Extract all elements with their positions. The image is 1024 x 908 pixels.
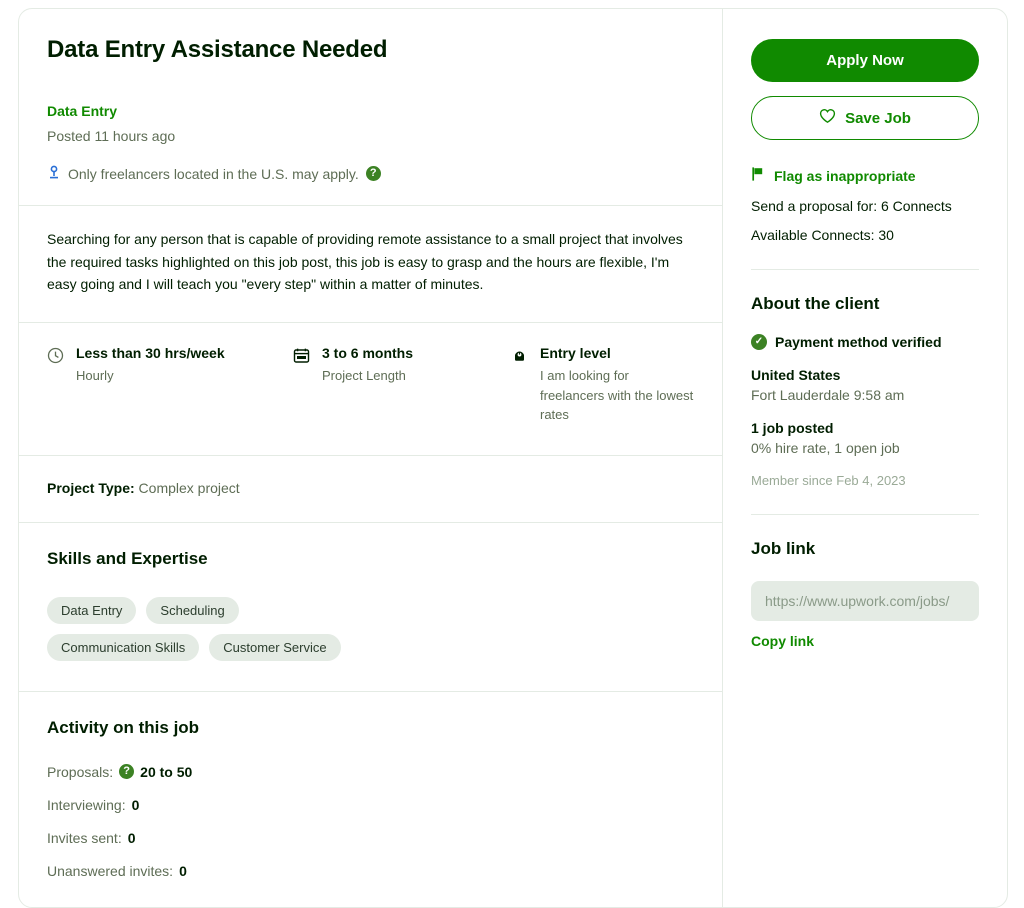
activity-section: Activity on this job Proposals: ? 20 to … bbox=[19, 692, 722, 907]
feature-subtitle: I am looking for freelancers with the lo… bbox=[540, 368, 694, 423]
project-type-value: Complex project bbox=[138, 479, 240, 496]
job-description: Searching for any person that is capable… bbox=[47, 231, 683, 293]
job-description-section: Searching for any person that is capable… bbox=[19, 206, 722, 322]
activity-heading: Activity on this job bbox=[47, 717, 200, 737]
save-job-label: Save Job bbox=[845, 109, 911, 127]
job-features-section: Less than 30 hrs/week Hourly 3 to 6 mont… bbox=[19, 323, 722, 455]
skill-tag[interactable]: Data Entry bbox=[47, 596, 137, 624]
skills-section: Skills and Expertise Data Entry Scheduli… bbox=[19, 523, 722, 691]
payment-verified-badge: ✓ Payment method verified bbox=[751, 334, 979, 350]
flag-inappropriate-button[interactable]: Flag as inappropriate bbox=[751, 166, 979, 185]
activity-row: Interviewing: 0 bbox=[47, 797, 694, 813]
apply-now-button[interactable]: Apply Now bbox=[751, 39, 979, 82]
job-main-column: Data Entry Assistance Needed Data Entry … bbox=[19, 9, 723, 907]
feature-title: Entry level bbox=[540, 345, 611, 362]
proposals-value: 20 to 50 bbox=[140, 763, 193, 780]
send-proposal-connects: Send a proposal for: 6 Connects bbox=[751, 198, 952, 214]
posted-time: Posted 11 hours ago bbox=[47, 128, 176, 144]
skill-tag[interactable]: Scheduling bbox=[146, 596, 239, 624]
heart-icon bbox=[819, 108, 836, 128]
flag-icon bbox=[751, 166, 765, 185]
available-connects: Available Connects: 30 bbox=[751, 227, 894, 243]
job-category-link[interactable]: Data Entry bbox=[47, 103, 117, 119]
job-detail-card: Data Entry Assistance Needed Data Entry … bbox=[18, 8, 1008, 908]
activity-row: Invites sent: 0 bbox=[47, 830, 694, 846]
activity-value: 0 bbox=[131, 796, 140, 813]
feature-title: Less than 30 hrs/week bbox=[76, 345, 225, 362]
feature-experience-level: Entry level I am looking for freelancers… bbox=[511, 345, 694, 425]
proposals-label: Proposals: bbox=[47, 763, 114, 780]
feature-workload: Less than 30 hrs/week Hourly bbox=[47, 345, 293, 425]
job-sidebar: Apply Now Save Job Flag as inappropriate… bbox=[723, 9, 1007, 907]
feature-subtitle: Project Length bbox=[322, 368, 406, 384]
activity-value: 0 bbox=[179, 862, 187, 879]
activity-list: Proposals: ? 20 to 50 Interviewing: 0 In… bbox=[47, 738, 694, 907]
experience-level-icon bbox=[511, 345, 528, 425]
skills-heading: Skills and Expertise bbox=[47, 548, 208, 568]
client-country: United States bbox=[751, 367, 841, 383]
activity-row: Proposals: ? 20 to 50 bbox=[47, 764, 694, 780]
clock-icon bbox=[47, 345, 64, 425]
activity-value: 0 bbox=[127, 829, 136, 846]
job-link-heading: Job link bbox=[751, 539, 816, 558]
job-header-section: Data Entry Assistance Needed Data Entry … bbox=[19, 9, 722, 205]
location-restriction-text: Only freelancers located in the U.S. may… bbox=[68, 165, 359, 182]
copy-link-button[interactable]: Copy link bbox=[751, 633, 814, 649]
location-pin-icon bbox=[47, 164, 61, 183]
skill-tag[interactable]: Customer Service bbox=[209, 633, 341, 661]
activity-row: Unanswered invites: 0 bbox=[47, 863, 694, 879]
check-circle-icon: ✓ bbox=[751, 334, 767, 350]
activity-label: Interviewing: bbox=[47, 796, 126, 813]
skills-list: Data Entry Scheduling Communication Skil… bbox=[47, 569, 377, 691]
save-job-button[interactable]: Save Job bbox=[751, 96, 979, 140]
feature-subtitle: Hourly bbox=[76, 368, 114, 384]
divider bbox=[751, 514, 979, 515]
client-city-time: Fort Lauderdale 9:58 am bbox=[751, 387, 905, 403]
project-type-section: Project Type: Complex project bbox=[19, 456, 722, 522]
calendar-icon bbox=[293, 345, 310, 425]
about-client-heading: About the client bbox=[751, 294, 880, 313]
project-type-label: Project Type: bbox=[47, 479, 135, 496]
flag-label: Flag as inappropriate bbox=[774, 167, 916, 184]
page-title: Data Entry Assistance Needed bbox=[47, 36, 388, 63]
client-jobs-posted: 1 job posted bbox=[751, 420, 834, 436]
project-type: Project Type: Complex project bbox=[47, 456, 694, 522]
help-icon[interactable]: ? bbox=[119, 764, 135, 780]
activity-label: Unanswered invites: bbox=[47, 862, 174, 879]
location-restriction: Only freelancers located in the U.S. may… bbox=[47, 164, 694, 205]
feature-title: 3 to 6 months bbox=[322, 345, 414, 362]
feature-duration: 3 to 6 months Project Length bbox=[293, 345, 511, 425]
help-icon[interactable]: ? bbox=[365, 166, 381, 181]
divider bbox=[751, 269, 979, 270]
payment-verified-label: Payment method verified bbox=[775, 334, 942, 350]
client-member-since: Member since Feb 4, 2023 bbox=[751, 473, 906, 488]
skill-tag[interactable]: Communication Skills bbox=[47, 633, 200, 661]
client-hire-rate: 0% hire rate, 1 open job bbox=[751, 440, 900, 456]
activity-label: Invites sent: bbox=[47, 829, 122, 846]
job-link-input[interactable] bbox=[751, 581, 979, 621]
